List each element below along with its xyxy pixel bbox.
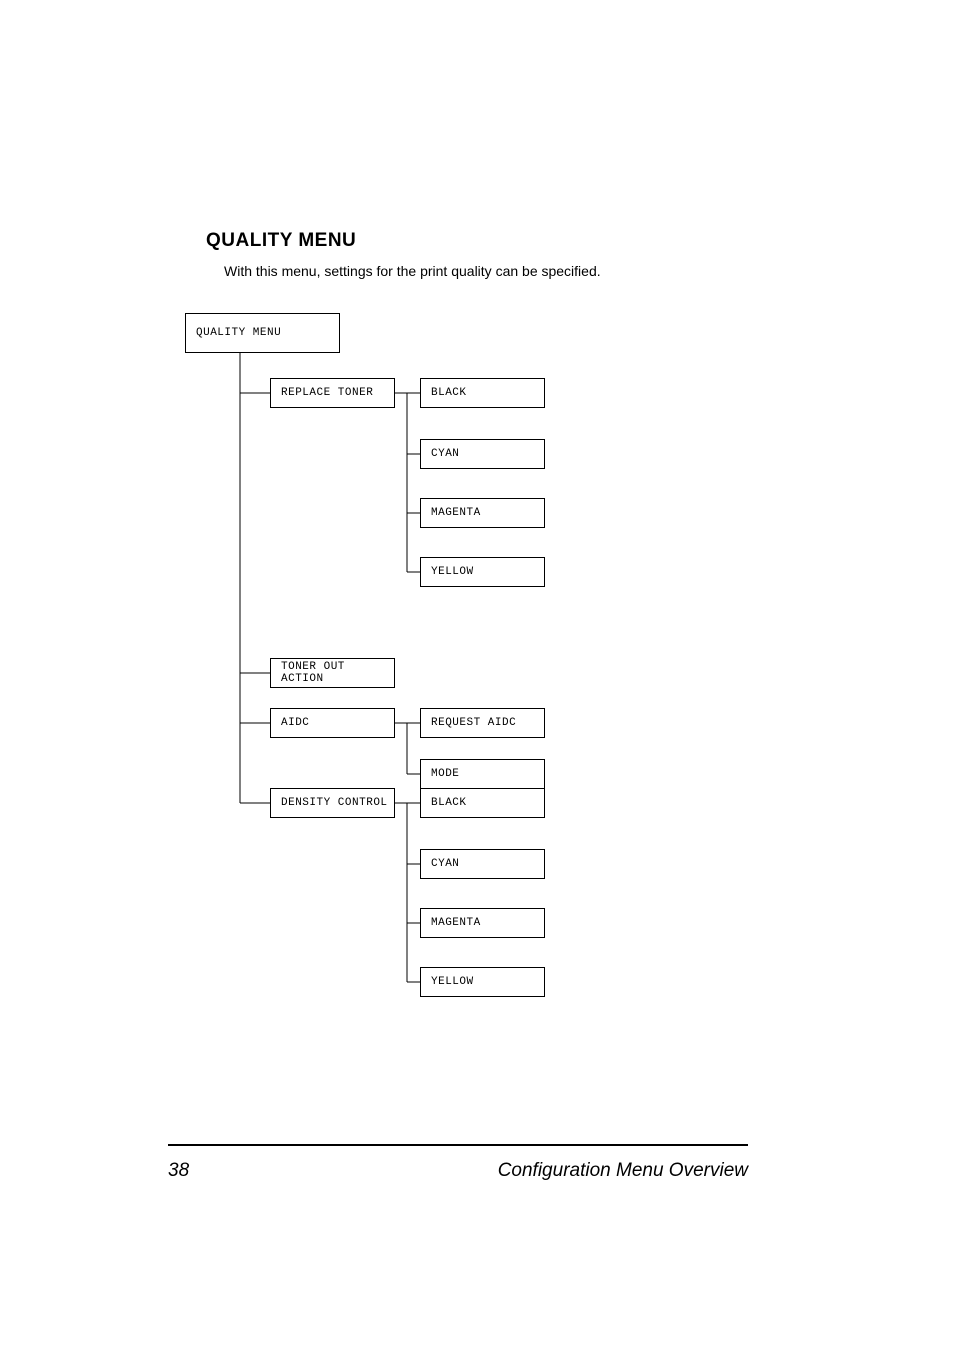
menu-item-density-black: BLACK (420, 788, 545, 818)
section-heading: QUALITY MENU (206, 230, 356, 252)
menu-item-density-magenta: MAGENTA (420, 908, 545, 938)
menu-item-replace-toner: REPLACE TONER (270, 378, 395, 408)
page-number: 38 (168, 1160, 189, 1182)
section-description: With this menu, settings for the print q… (224, 263, 601, 279)
menu-item-aidc: AIDC (270, 708, 395, 738)
menu-item-yellow: YELLOW (420, 557, 545, 587)
footer-divider (168, 1144, 748, 1146)
menu-item-toner-out-action: TONER OUT ACTION (270, 658, 395, 688)
footer-title: Configuration Menu Overview (498, 1160, 748, 1182)
menu-item-density-control: DENSITY CONTROL (270, 788, 395, 818)
menu-root-node: QUALITY MENU (185, 313, 340, 353)
menu-item-density-yellow: YELLOW (420, 967, 545, 997)
menu-item-request-aidc: REQUEST AIDC (420, 708, 545, 738)
menu-item-mode: MODE (420, 759, 545, 789)
menu-item-black: BLACK (420, 378, 545, 408)
menu-item-cyan: CYAN (420, 439, 545, 469)
menu-item-magenta: MAGENTA (420, 498, 545, 528)
menu-item-density-cyan: CYAN (420, 849, 545, 879)
